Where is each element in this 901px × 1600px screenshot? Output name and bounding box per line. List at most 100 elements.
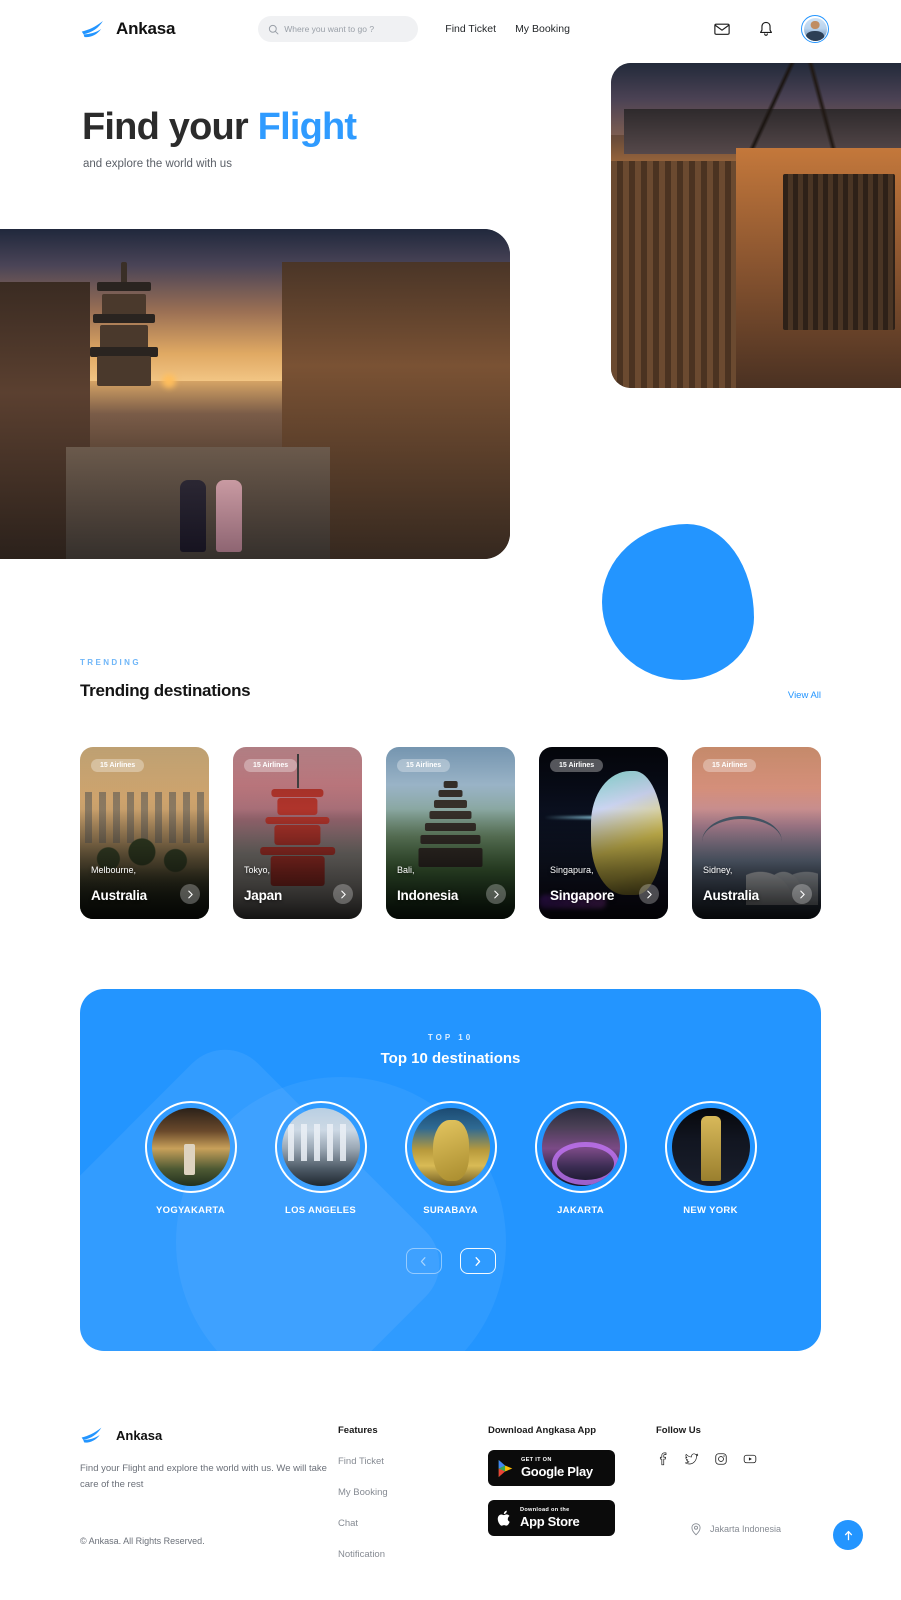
app-store-small-label: Download on the [520,1506,570,1513]
app-store-label: App Store [520,1514,580,1530]
page-root: Ankasa Find Ticket My Booking [0,0,901,1600]
footer-social-column: Follow Us [656,1425,816,1560]
search-input[interactable] [284,24,409,34]
avatar-image [803,17,827,41]
card-city: Sidney, [703,865,733,875]
hero-photo-kyoto-street [0,229,510,559]
social-icon-row [656,1452,816,1466]
top10-list: YOGYAKARTA LOS ANGELES SURABAYA JAKARTA [80,1101,821,1216]
card-country: Indonesia [397,888,459,903]
hero-title-plain: Find your [82,106,258,148]
footer-location: Jakarta Indonesia [689,1522,781,1536]
brand-logo-group[interactable]: Ankasa [80,18,175,40]
arrow-right-icon[interactable] [180,884,200,904]
bird-logo-icon [81,21,103,38]
top10-item-los-angeles[interactable]: LOS ANGELES [274,1101,367,1216]
nav-find-ticket[interactable]: Find Ticket [445,23,496,35]
arrow-right-icon[interactable] [792,884,812,904]
top10-photo [411,1108,490,1186]
trending-card-bali[interactable]: 15 Airlines Bali, Indonesia [386,747,515,919]
top10-photo [541,1108,620,1186]
youtube-icon[interactable] [743,1452,757,1466]
top10-label: YOGYAKARTA [156,1205,225,1216]
footer-download-column: Download Angkasa App GET IT ON Google Pl… [488,1425,656,1560]
facebook-icon[interactable] [656,1452,670,1466]
arrow-right-icon[interactable] [486,884,506,904]
trending-eyebrow: TRENDING [80,658,141,667]
footer-link-chat[interactable]: Chat [338,1518,488,1529]
top10-item-new-york[interactable]: NEW YORK [664,1101,757,1216]
top10-panel: TOP 10 Top 10 destinations YOGYAKARTA LO… [80,989,821,1351]
card-city: Singapura, [550,865,594,875]
google-play-icon [498,1459,513,1477]
card-city: Tokyo, [244,865,271,875]
footer-link-my-booking[interactable]: My Booking [338,1487,488,1498]
top10-avatar-ring [274,1101,367,1193]
footer-social-title: Follow Us [656,1425,701,1436]
footer-link-notification[interactable]: Notification [338,1549,488,1560]
airlines-badge: 15 Airlines [550,759,604,772]
chevron-right-icon [475,1256,481,1266]
top10-avatar-ring [404,1101,497,1193]
search-box[interactable] [258,16,419,42]
top10-avatar-ring [144,1101,237,1193]
card-city: Bali, [397,865,415,875]
google-play-button[interactable]: GET IT ON Google Play [488,1450,615,1486]
instagram-icon[interactable] [714,1452,728,1466]
avatar[interactable] [801,15,829,43]
card-country: Australia [91,888,147,903]
top10-photo [151,1108,230,1186]
trending-section: TRENDING Trending destinations View All … [0,658,901,919]
trending-card-singapore[interactable]: 15 Airlines Singapura, Singapore [539,747,668,919]
twitter-icon[interactable] [685,1452,699,1466]
carousel-next-button[interactable] [459,1248,496,1274]
footer-location-text: Jakarta Indonesia [709,1524,781,1534]
trending-card-list: 15 Airlines Melbourne, Australia 15 Airl… [80,747,821,919]
footer-features-column: Features Find Ticket My Booking Chat Not… [338,1425,488,1560]
arrow-right-icon[interactable] [333,884,353,904]
footer-brand-row[interactable]: Ankasa [80,1425,338,1445]
trending-title: Trending destinations [80,681,251,700]
top10-item-surabaya[interactable]: SURABAYA [404,1101,497,1216]
top10-photo [671,1108,750,1186]
footer-download-title: Download Angkasa App [488,1425,597,1436]
airlines-badge: 15 Airlines [397,759,451,772]
bird-logo-icon [81,1427,102,1443]
footer-link-find-ticket[interactable]: Find Ticket [338,1456,488,1467]
airlines-badge: 15 Airlines [703,759,757,772]
top10-avatar-ring [664,1101,757,1193]
top10-item-jakarta[interactable]: JAKARTA [534,1101,627,1216]
top10-label: JAKARTA [557,1205,604,1216]
footer-copyright: © Ankasa. All Rights Reserved. [80,1536,205,1547]
carousel-prev-button[interactable] [405,1248,442,1274]
hero-title-accent: Flight [257,106,357,148]
card-country: Japan [244,888,283,903]
page-title: Find your Flight [82,106,357,149]
trending-card-melbourne[interactable]: 15 Airlines Melbourne, Australia [80,747,209,919]
view-all-link[interactable]: View All [788,690,821,701]
footer-brand-name: Ankasa [116,1427,163,1443]
scroll-to-top-button[interactable] [833,1520,863,1550]
search-icon [269,24,279,34]
arrow-right-icon[interactable] [639,884,659,904]
footer-brand-block: Ankasa Find your Flight and explore the … [80,1425,338,1560]
hero-photo-machiya [611,63,901,388]
trending-card-sidney[interactable]: 15 Airlines Sidney, Australia [692,747,821,919]
decorative-blob [602,524,754,680]
top10-carousel-nav [80,1248,821,1274]
card-country: Singapore [550,888,615,903]
top10-label: LOS ANGELES [284,1205,357,1216]
top10-item-yogyakarta[interactable]: YOGYAKARTA [144,1101,237,1216]
app-store-button[interactable]: Download on the App Store [488,1500,615,1536]
site-footer: Ankasa Find your Flight and explore the … [0,1351,901,1560]
top10-eyebrow: TOP 10 [427,1033,474,1042]
bell-icon[interactable] [757,20,775,38]
footer-features-title: Features [338,1425,378,1436]
site-header: Ankasa Find Ticket My Booking [0,0,901,58]
mail-icon[interactable] [713,20,731,38]
top10-label: SURABAYA [423,1205,478,1216]
google-play-label: Google Play [521,1464,593,1480]
card-city: Melbourne, [91,865,137,875]
nav-my-booking[interactable]: My Booking [515,23,570,35]
trending-card-tokyo[interactable]: 15 Airlines Tokyo, Japan [233,747,362,919]
